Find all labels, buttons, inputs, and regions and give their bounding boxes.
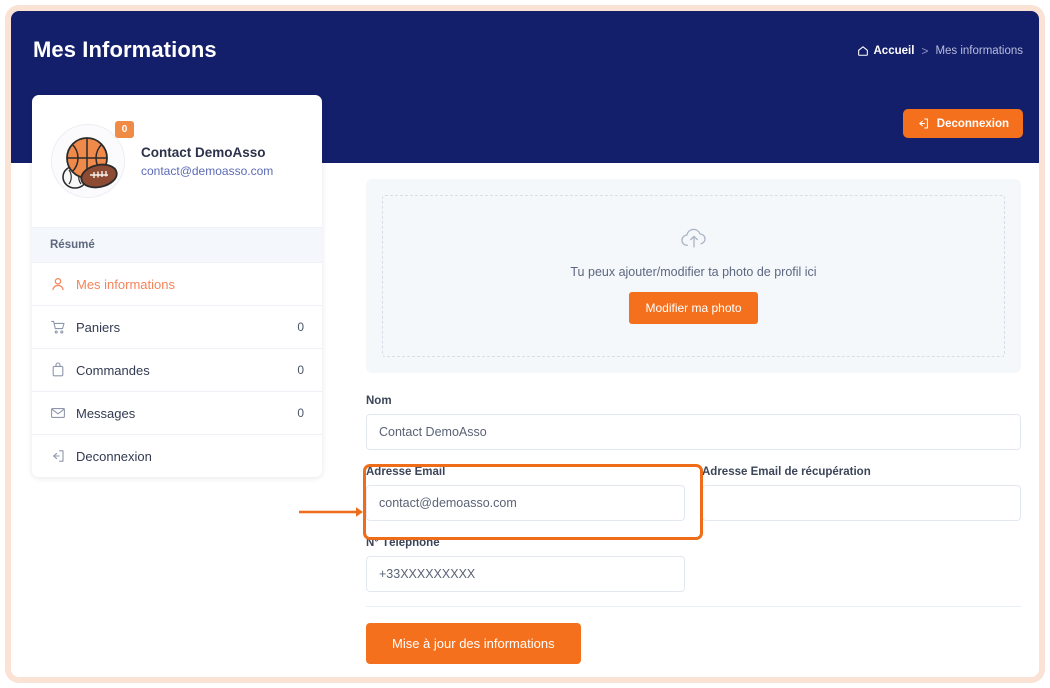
- breadcrumb-home-label: Accueil: [874, 45, 915, 57]
- nom-input[interactable]: [366, 414, 1021, 450]
- logout-button[interactable]: Deconnexion: [903, 109, 1023, 138]
- sidebar-item-messages[interactable]: Messages 0: [32, 392, 322, 435]
- logout-icon: [50, 448, 66, 464]
- page-root: Mes Informations Accueil > Mes informati…: [11, 11, 1039, 677]
- pointer-arrow-annotation: [299, 505, 365, 519]
- cart-icon: [50, 319, 66, 335]
- user-icon: [50, 276, 66, 292]
- recovery-email-input[interactable]: [702, 485, 1021, 521]
- email-label: Adresse Email: [366, 466, 685, 478]
- sidebar-item-mes-informations[interactable]: Mes informations: [32, 263, 322, 306]
- phone-label: N° Téléphone: [366, 537, 685, 549]
- avatar-badge: 0: [115, 121, 134, 138]
- avatar: [51, 124, 125, 198]
- field-group-nom: Nom: [366, 395, 1021, 450]
- field-group-recovery-email: Adresse Email de récupération: [702, 466, 1021, 521]
- phone-input[interactable]: [366, 556, 685, 592]
- field-group-email: Adresse Email: [366, 466, 685, 521]
- dropzone-text: Tu peux ajouter/modifier ta photo de pro…: [570, 265, 816, 279]
- breadcrumb: Accueil > Mes informations: [857, 44, 1024, 58]
- page-title: Mes Informations: [33, 37, 217, 63]
- sidebar-item-label: Mes informations: [76, 277, 304, 292]
- modify-photo-button[interactable]: Modifier ma photo: [629, 292, 757, 324]
- sidebar-item-deconnexion[interactable]: Deconnexion: [32, 435, 322, 477]
- update-info-button[interactable]: Mise à jour des informations: [366, 623, 581, 664]
- user-email: contact@demoasso.com: [141, 164, 273, 178]
- nom-label: Nom: [366, 395, 1021, 407]
- photo-upload-card: Tu peux ajouter/modifier ta photo de pro…: [366, 179, 1021, 373]
- app-frame: Mes Informations Accueil > Mes informati…: [5, 5, 1045, 683]
- sidebar-item-count: 0: [297, 406, 304, 420]
- sidebar-section-title: Résumé: [32, 227, 322, 263]
- sidebar-item-label: Commandes: [76, 363, 297, 378]
- main-content: Tu peux ajouter/modifier ta photo de pro…: [366, 179, 1021, 664]
- user-name: Contact DemoAsso: [141, 145, 273, 160]
- sidebar-item-count: 0: [297, 363, 304, 377]
- breadcrumb-separator: >: [921, 44, 928, 58]
- cloud-upload-icon: [679, 226, 709, 252]
- sidebar-item-count: 0: [297, 320, 304, 334]
- home-icon: [857, 45, 869, 57]
- logout-button-label: Deconnexion: [937, 118, 1009, 130]
- field-row-emails: Adresse Email Adresse Email de récupérat…: [366, 466, 1021, 521]
- breadcrumb-home-link[interactable]: Accueil: [857, 45, 915, 57]
- sidebar-user-meta: Contact DemoAsso contact@demoasso.com: [141, 145, 273, 178]
- bag-icon: [50, 362, 66, 378]
- email-input[interactable]: [366, 485, 685, 521]
- avatar-wrapper: 0: [51, 124, 125, 198]
- sidebar-user-block: 0 Contact DemoAsso contact@demoasso.com: [32, 95, 322, 227]
- logout-icon: [917, 117, 930, 130]
- sidebar-card: 0 Contact DemoAsso contact@demoasso.com …: [32, 95, 322, 477]
- sidebar-item-label: Messages: [76, 406, 297, 421]
- sidebar-item-label: Paniers: [76, 320, 297, 335]
- recovery-email-label: Adresse Email de récupération: [702, 466, 1021, 478]
- sidebar-item-commandes[interactable]: Commandes 0: [32, 349, 322, 392]
- form-divider: [366, 606, 1021, 607]
- breadcrumb-current: Mes informations: [935, 45, 1023, 57]
- field-group-phone: N° Téléphone: [366, 537, 685, 592]
- envelope-icon: [50, 405, 66, 421]
- sidebar-item-paniers[interactable]: Paniers 0: [32, 306, 322, 349]
- sidebar-item-label: Deconnexion: [76, 449, 304, 464]
- photo-dropzone[interactable]: Tu peux ajouter/modifier ta photo de pro…: [382, 195, 1005, 357]
